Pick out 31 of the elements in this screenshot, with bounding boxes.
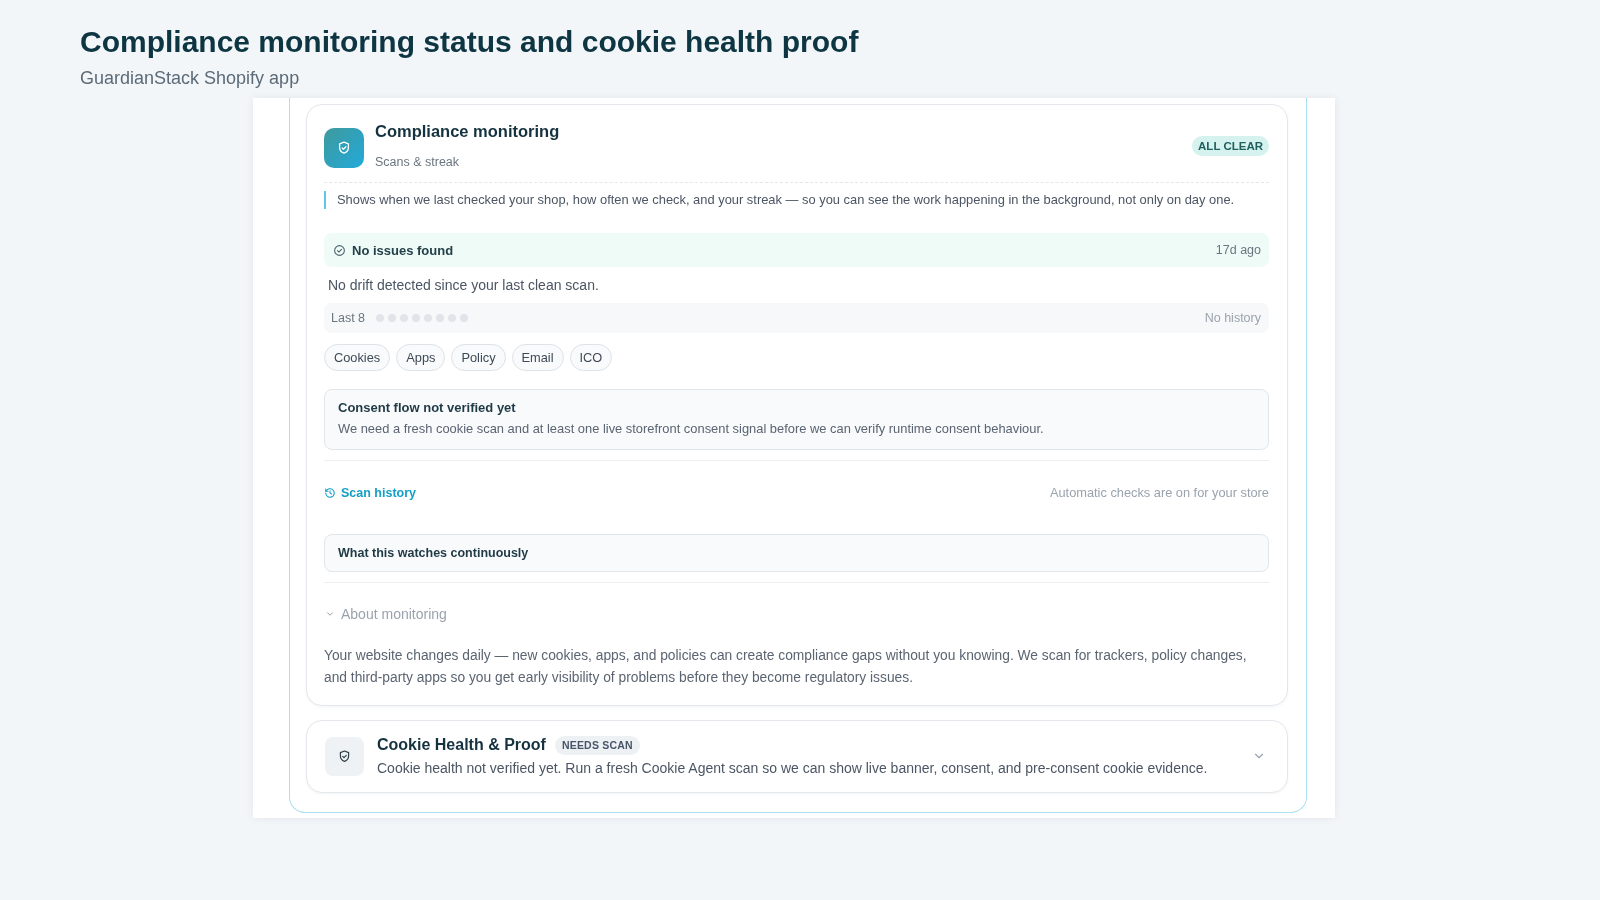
status-badge: ALL CLEAR [1192, 135, 1269, 156]
status-time: 17d ago [1215, 243, 1261, 257]
category-tag: ICO [569, 344, 613, 371]
shield-check-icon [325, 736, 364, 776]
summary-text: No drift detected since your last clean scan. [327, 277, 600, 293]
about-toggle[interactable]: About monitoring [324, 605, 447, 623]
chevron-icon [325, 609, 335, 619]
notice-title: Consent flow not verified yet [338, 399, 517, 417]
clock-icon [324, 487, 336, 499]
category-tag: Policy [451, 344, 506, 371]
history-empty-text: No history [1204, 311, 1261, 325]
history-label: Last 8 [331, 311, 366, 325]
shield-check-icon [324, 127, 364, 168]
page-title: Compliance monitoring status and cookie health proof [80, 24, 860, 60]
card-description: Cookie health not verified yet. Run a fresh Cookie Agent scan so we can show live banner, consent, and pre-consent cookie evidence. [377, 759, 1209, 777]
notice-text: We need a fresh cookie scan and at least one live storefront consent signal before we can verify runtime consent behaviour. [338, 421, 1045, 437]
auto-check-text: Automatic checks are on for your store [1049, 484, 1269, 502]
status-badge: NEEDS SCAN [554, 735, 640, 755]
category-tag: Cookies [324, 344, 391, 371]
card-subtitle: Scans & streak [375, 154, 460, 170]
status-label: No issues found [352, 242, 454, 258]
page-subtitle: GuardianStack Shopify app [80, 67, 301, 89]
info-note: Shows when we last checked your shop, how often we check, and your streak — so you can see the work happening in the background, not only on day one. [324, 191, 1269, 209]
watch-section-header[interactable]: What this watches continuously [324, 534, 1269, 572]
category-tag: Apps [396, 344, 446, 371]
scan-history-link[interactable]: Scan history [324, 484, 417, 502]
category-tag: Email [511, 344, 564, 371]
check-circle-icon [333, 243, 346, 257]
card-title: Cookie Health & Proof [377, 735, 546, 755]
about-text: Your website changes daily — new cookies, apps, and policies can create compliance gaps without you knowing. We scan for trackers, policy changes, and third-party apps so you get early visibility of problems before they become regulatory issues. [324, 647, 1248, 687]
card-title: Compliance monitoring [375, 121, 560, 141]
